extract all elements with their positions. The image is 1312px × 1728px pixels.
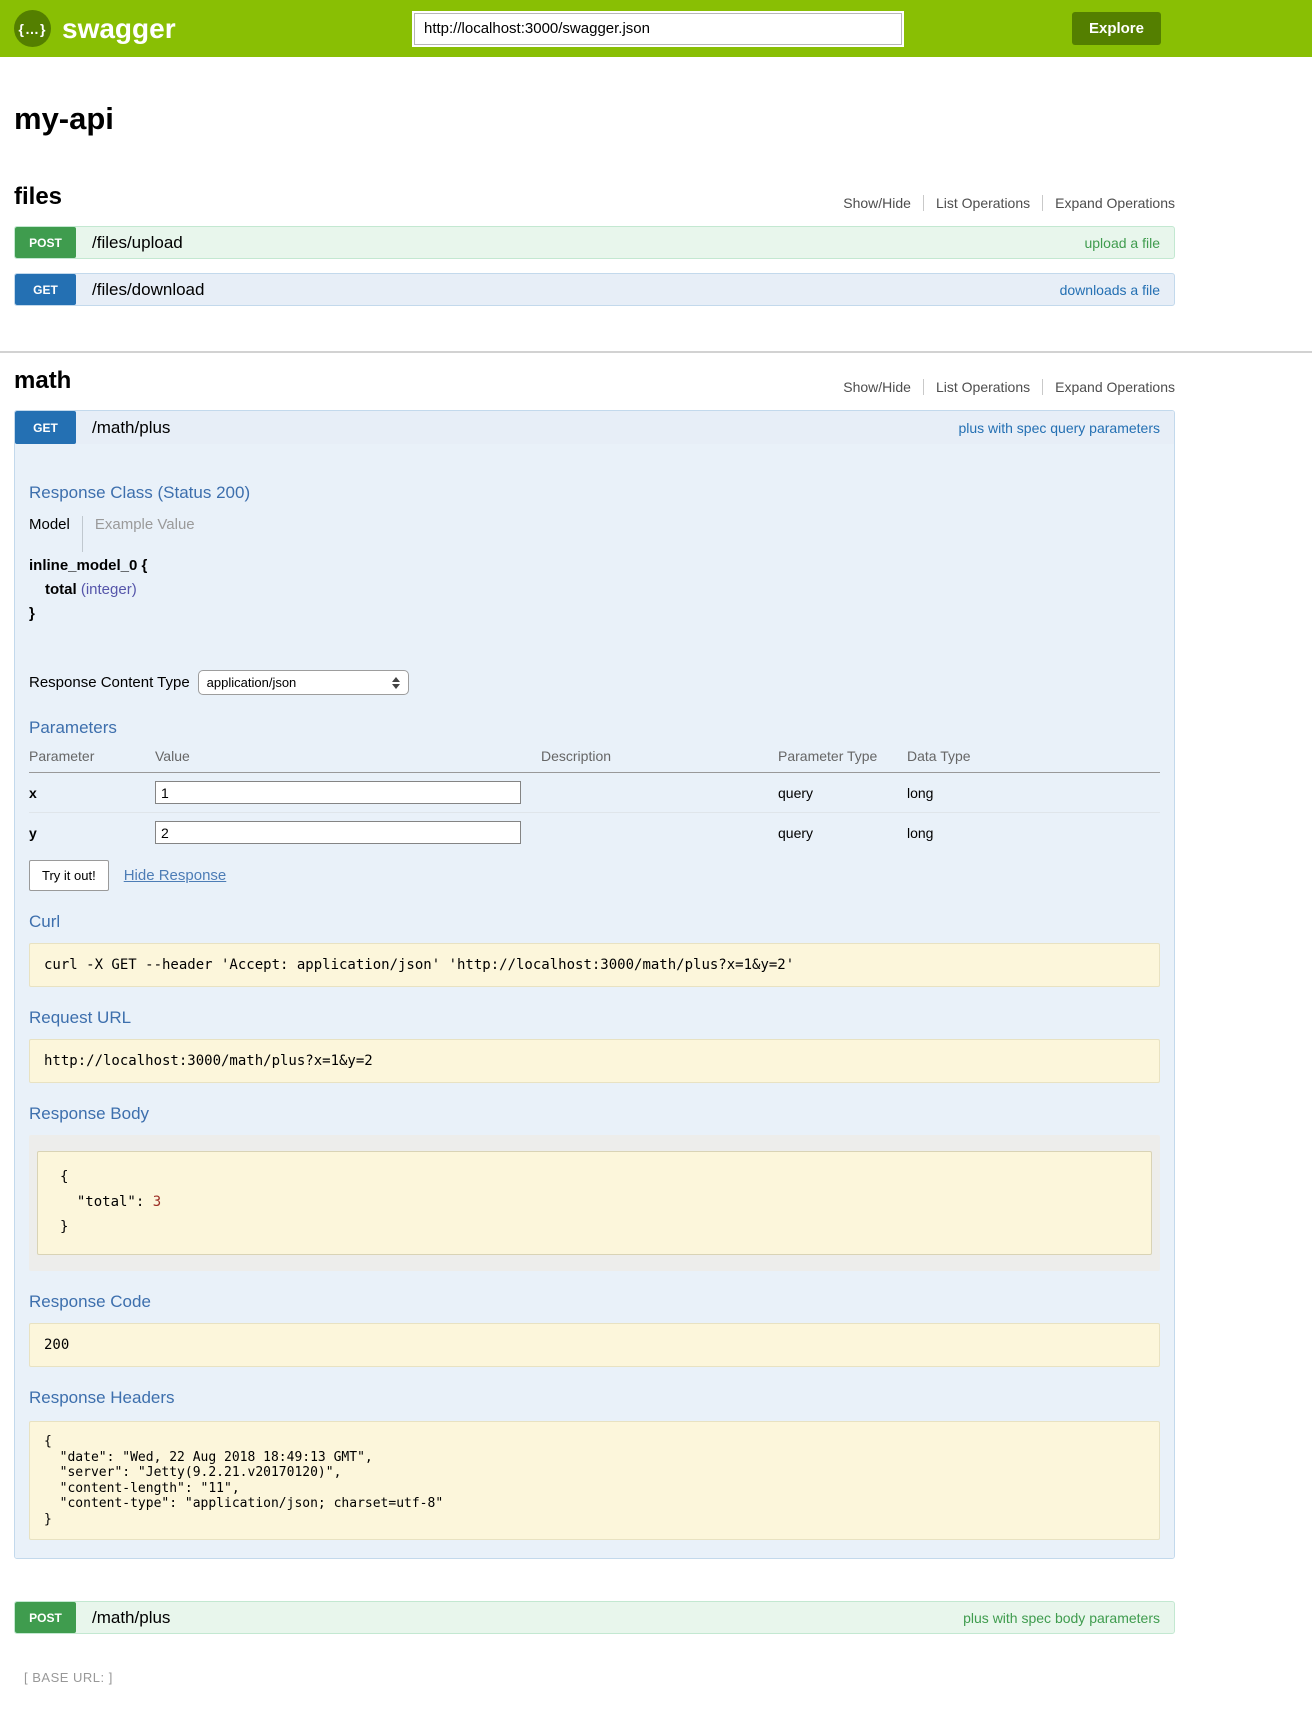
response-code-heading: Response Code: [29, 1292, 1160, 1312]
get-method-badge: GET: [15, 274, 76, 305]
param-row-y: y query long: [29, 813, 1160, 853]
select-arrows-icon: [392, 677, 400, 689]
swagger-brand[interactable]: {…} swagger: [14, 10, 414, 47]
response-content-type-row: Response Content Type application/json: [29, 670, 1160, 695]
op-path-link[interactable]: /files/download: [92, 280, 204, 300]
response-headers-json: { "date": "Wed, 22 Aug 2018 18:49:13 GMT…: [29, 1421, 1160, 1540]
math-section-title: math: [14, 367, 71, 395]
request-url-heading: Request URL: [29, 1008, 1160, 1028]
tab-example-value[interactable]: Example Value: [83, 516, 195, 552]
op-summary-link[interactable]: plus with spec body parameters: [963, 1610, 1160, 1626]
math-list-operations-link[interactable]: List Operations: [924, 379, 1042, 395]
param-data-type: long: [907, 813, 1160, 853]
model-prop-name: total: [45, 581, 77, 598]
op-row-post-files-upload[interactable]: POST /files/upload upload a file: [14, 226, 1175, 259]
explore-button[interactable]: Explore: [1072, 12, 1161, 45]
op-row-post-math-plus[interactable]: POST /math/plus plus with spec body para…: [14, 1601, 1175, 1634]
model-close: }: [29, 602, 1160, 626]
post-method-badge: POST: [15, 227, 76, 258]
json-number-value: 3: [153, 1194, 161, 1210]
api-title: my-api: [14, 101, 1175, 137]
files-section-title: files: [14, 183, 62, 211]
brand-title: swagger: [62, 13, 176, 45]
response-content-type-label: Response Content Type: [29, 674, 190, 691]
op-summary-link[interactable]: upload a file: [1084, 235, 1160, 251]
curl-command: curl -X GET --header 'Accept: applicatio…: [29, 943, 1160, 987]
main-content: my-api files Show/Hide List Operations E…: [14, 101, 1175, 1709]
param-row-x: x query long: [29, 773, 1160, 813]
op-path-link[interactable]: /math/plus: [92, 418, 170, 438]
param-name: x: [29, 773, 155, 813]
try-it-out-button[interactable]: Try it out!: [29, 860, 109, 891]
top-bar: {…} swagger Explore: [0, 0, 1312, 57]
model-tabs: Model Example Value: [29, 516, 1160, 552]
files-expand-operations-link[interactable]: Expand Operations: [1043, 195, 1175, 211]
op-row-get-files-download[interactable]: GET /files/download downloads a file: [14, 273, 1175, 306]
get-method-badge: GET: [15, 411, 76, 444]
op-path-link[interactable]: /files/upload: [92, 233, 183, 253]
tab-model[interactable]: Model: [29, 516, 82, 552]
op-path-link[interactable]: /math/plus: [92, 1608, 170, 1628]
op-summary-link[interactable]: downloads a file: [1060, 282, 1160, 298]
col-header-value: Value: [155, 748, 541, 773]
response-body-json: { "total": 3 }: [37, 1151, 1152, 1255]
request-url-value: http://localhost:3000/math/plus?x=1&y=2: [29, 1039, 1160, 1083]
param-x-value-input[interactable]: [155, 781, 521, 804]
math-show-hide-link[interactable]: Show/Hide: [831, 379, 923, 395]
parameters-table: Parameter Value Description Parameter Ty…: [29, 748, 1160, 852]
response-body-wrapper: { "total": 3 }: [29, 1135, 1160, 1271]
parameters-heading: Parameters: [29, 718, 1160, 738]
base-url-footer: [ BASE URL: ]: [24, 1670, 1175, 1709]
op-summary-link[interactable]: plus with spec query parameters: [958, 420, 1160, 436]
col-header-data-type: Data Type: [907, 748, 1160, 773]
tryout-row: Try it out! Hide Response: [29, 860, 1160, 891]
files-list-operations-link[interactable]: List Operations: [924, 195, 1042, 211]
col-header-parameter: Parameter: [29, 748, 155, 773]
section-divider: [0, 351, 1312, 353]
param-type: query: [778, 773, 907, 813]
response-content-type-select[interactable]: application/json: [198, 670, 409, 695]
model-prop-type: (integer): [77, 581, 137, 598]
model-open: inline_model_0 {: [29, 554, 1160, 578]
param-name: y: [29, 813, 155, 853]
param-type: query: [778, 813, 907, 853]
files-show-hide-link[interactable]: Show/Hide: [831, 195, 923, 211]
param-y-value-input[interactable]: [155, 821, 521, 844]
swagger-logo-icon: {…}: [14, 10, 51, 47]
response-class-heading: Response Class (Status 200): [29, 444, 1160, 503]
post-method-badge: POST: [15, 1602, 76, 1633]
spec-url-input[interactable]: [414, 13, 902, 45]
param-description: [541, 813, 778, 853]
model-signature: inline_model_0 { total (integer) }: [29, 554, 1160, 626]
param-data-type: long: [907, 773, 1160, 813]
hide-response-link[interactable]: Hide Response: [124, 867, 227, 884]
math-section-header: math Show/Hide List Operations Expand Op…: [14, 367, 1175, 395]
response-body-heading: Response Body: [29, 1104, 1160, 1124]
op-panel-get-math-plus: GET /math/plus plus with spec query para…: [14, 410, 1175, 1559]
response-code-value: 200: [29, 1323, 1160, 1367]
math-expand-operations-link[interactable]: Expand Operations: [1043, 379, 1175, 395]
col-header-description: Description: [541, 748, 778, 773]
col-header-parameter-type: Parameter Type: [778, 748, 907, 773]
op-row-get-math-plus[interactable]: GET /math/plus plus with spec query para…: [15, 411, 1174, 444]
selected-content-type: application/json: [207, 675, 297, 690]
param-description: [541, 773, 778, 813]
files-section-header: files Show/Hide List Operations Expand O…: [14, 183, 1175, 211]
response-headers-heading: Response Headers: [29, 1388, 1160, 1408]
curl-heading: Curl: [29, 912, 1160, 932]
op-detail-body: Response Class (Status 200) Model Exampl…: [15, 444, 1174, 1558]
